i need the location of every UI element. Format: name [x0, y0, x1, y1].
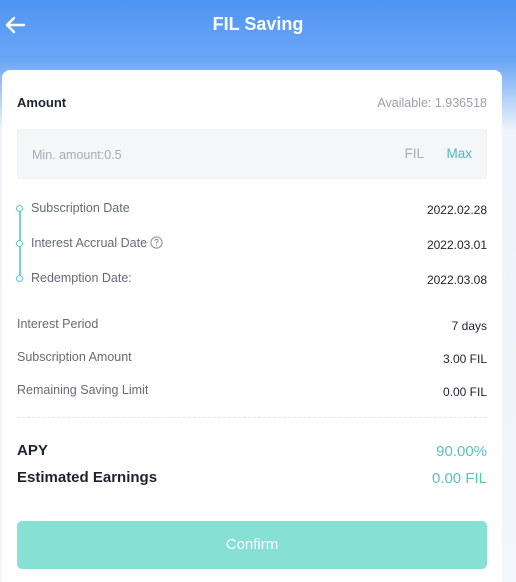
remaining-limit-value: 0.00 FIL	[442, 385, 487, 399]
subscription-date-label: Subscription Date	[31, 201, 130, 215]
estimated-earnings-value: 0.00 FIL	[431, 470, 487, 487]
apy-label: APY	[17, 442, 48, 459]
amount-input[interactable]	[32, 144, 332, 166]
interest-period-value: 7 days	[451, 319, 487, 333]
header: FIL Saving	[0, 0, 516, 52]
available-balance: Available: 1.936518	[377, 96, 487, 110]
divider	[17, 417, 487, 418]
subscription-amount-value: 3.00 FIL	[442, 352, 487, 366]
redemption-date-label: Redemption Date:	[31, 271, 132, 285]
help-icon[interactable]	[150, 236, 163, 249]
saving-card: Amount Available: 1.936518 FIL Max Subsc…	[2, 70, 502, 582]
interest-period-label: Interest Period	[17, 317, 99, 331]
amount-input-box: FIL Max	[17, 129, 487, 179]
amount-label: Amount	[17, 95, 67, 110]
subscription-date-value: 2022.02.28	[426, 203, 487, 217]
subscription-amount-label: Subscription Amount	[17, 350, 132, 364]
timeline-dot	[16, 205, 23, 212]
timeline-dot	[16, 275, 23, 282]
confirm-button[interactable]: Confirm	[17, 521, 487, 569]
estimated-earnings-label: Estimated Earnings	[17, 469, 158, 486]
currency-unit: FIL	[404, 146, 424, 161]
redemption-date-value: 2022.03.08	[426, 273, 487, 287]
page-title: FIL Saving	[212, 14, 304, 34]
max-button[interactable]: Max	[446, 146, 472, 161]
remaining-limit-label: Remaining Saving Limit	[17, 383, 149, 397]
timeline-dot	[16, 240, 23, 247]
interest-accrual-date-value: 2022.03.01	[426, 238, 487, 252]
apy-value: 90.00%	[436, 443, 487, 460]
interest-accrual-date-label: Interest Accrual Date	[31, 236, 163, 250]
